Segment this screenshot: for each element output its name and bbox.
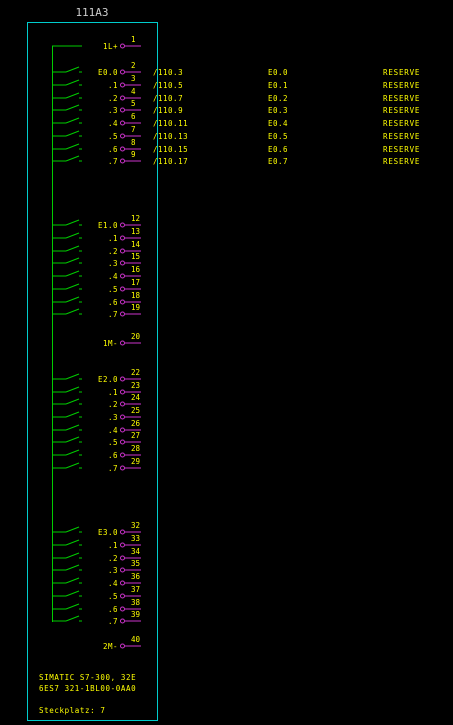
row-label: .4: [108, 119, 118, 128]
terminal-number: 6: [131, 112, 136, 121]
io-comment: RESERVE: [383, 157, 420, 166]
cross-reference: /110.5: [153, 81, 183, 90]
io-comment: RESERVE: [383, 132, 420, 141]
terminal-number: 24: [131, 393, 141, 402]
io-address: E0.2: [268, 94, 288, 103]
row-label: .2: [108, 400, 118, 409]
row-label: .3: [108, 106, 118, 115]
terminal-number: 2: [131, 61, 136, 70]
row-label: .1: [108, 234, 118, 243]
row-label: 1L+: [103, 42, 118, 51]
terminal-number: 29: [131, 457, 140, 466]
io-address: E0.0: [268, 68, 288, 77]
row-label: .1: [108, 388, 118, 397]
module-title: 111A3: [75, 6, 108, 19]
slot-label: Steckplatz: 7: [39, 706, 106, 715]
terminal-number: 18: [131, 291, 141, 300]
cross-reference: /110.13: [153, 132, 188, 141]
terminal-number: 35: [131, 559, 140, 568]
terminal-number: 1: [131, 35, 136, 44]
row-label: .6: [108, 451, 118, 460]
terminal-number: 37: [131, 585, 140, 594]
row-label: .3: [108, 566, 118, 575]
io-address: E0.4: [268, 119, 288, 128]
terminal-number: 16: [131, 265, 141, 274]
cross-reference: /110.11: [153, 119, 188, 128]
row-label: E1.0: [98, 221, 118, 230]
terminal-number: 23: [131, 381, 140, 390]
terminal-number: 19: [131, 303, 140, 312]
row-label: .4: [108, 426, 118, 435]
terminal-number: 39: [131, 610, 140, 619]
io-comment: RESERVE: [383, 68, 420, 77]
terminal-number: 7: [131, 125, 136, 134]
terminal-number: 20: [131, 332, 141, 341]
row-label: .1: [108, 541, 118, 550]
row-label: .5: [108, 285, 118, 294]
terminal-number: 22: [131, 368, 140, 377]
terminal-number: 34: [131, 547, 141, 556]
io-address: E0.5: [268, 132, 288, 141]
io-comment: RESERVE: [383, 94, 420, 103]
plc-input-module-diagram: 111A3 1L+ 1 E0.0 2/110.3 E0.0 RESERVE .1 3/110.…: [0, 0, 453, 725]
row-label: 2M-: [103, 642, 118, 651]
terminal-number: 3: [131, 74, 136, 83]
row-label: E3.0: [98, 528, 118, 537]
terminal-number: 15: [131, 252, 140, 261]
terminal-number: 28: [131, 444, 141, 453]
cross-reference: /110.3: [153, 68, 183, 77]
row-label: .2: [108, 247, 118, 256]
row-label: .5: [108, 438, 118, 447]
cross-reference: /110.17: [153, 157, 188, 166]
cross-reference: /110.7: [153, 94, 183, 103]
row-label: .4: [108, 579, 118, 588]
terminal-number: 36: [131, 572, 141, 581]
row-label: .7: [108, 617, 118, 626]
row-label: .6: [108, 605, 118, 614]
module-footer-line1: SIMATIC S7-300, 32E: [39, 673, 136, 682]
row-label: .2: [108, 554, 118, 563]
io-address: E0.7: [268, 157, 288, 166]
cross-reference: /110.9: [153, 106, 183, 115]
terminal-number: 32: [131, 521, 140, 530]
terminal-number: 14: [131, 240, 141, 249]
terminal-number: 5: [131, 99, 136, 108]
io-address: E0.3: [268, 106, 288, 115]
row-label: .2: [108, 94, 118, 103]
row-label: .3: [108, 413, 118, 422]
row-label: E0.0: [98, 68, 118, 77]
row-label: .3: [108, 259, 118, 268]
terminal-number: 26: [131, 419, 141, 428]
row-label: .5: [108, 132, 118, 141]
row-label: .4: [108, 272, 118, 281]
row-label: .6: [108, 145, 118, 154]
module-footer-line2: 6ES7 321-1BL00-0AA0: [39, 684, 136, 693]
row-label: .7: [108, 464, 118, 473]
terminal-number: 9: [131, 150, 136, 159]
row-label: .5: [108, 592, 118, 601]
terminal-number: 33: [131, 534, 140, 543]
io-address: E0.1: [268, 81, 288, 90]
io-comment: RESERVE: [383, 119, 420, 128]
terminal-number: 4: [131, 87, 136, 96]
row-label: .1: [108, 81, 118, 90]
terminal-number: 25: [131, 406, 140, 415]
terminal-number: 27: [131, 431, 140, 440]
cross-reference: /110.15: [153, 145, 188, 154]
io-comment: RESERVE: [383, 81, 420, 90]
terminal-number: 40: [131, 635, 141, 644]
terminal-number: 8: [131, 138, 136, 147]
io-comment: RESERVE: [383, 106, 420, 115]
row-label: E2.0: [98, 375, 118, 384]
row-label: .7: [108, 157, 118, 166]
row-label: .6: [108, 298, 118, 307]
row-label: 1M-: [103, 339, 118, 348]
row-label: .7: [108, 310, 118, 319]
io-comment: RESERVE: [383, 145, 420, 154]
io-address: E0.6: [268, 145, 288, 154]
terminal-number: 17: [131, 278, 140, 287]
terminal-number: 38: [131, 598, 141, 607]
terminal-number: 12: [131, 214, 140, 223]
terminal-number: 13: [131, 227, 140, 236]
